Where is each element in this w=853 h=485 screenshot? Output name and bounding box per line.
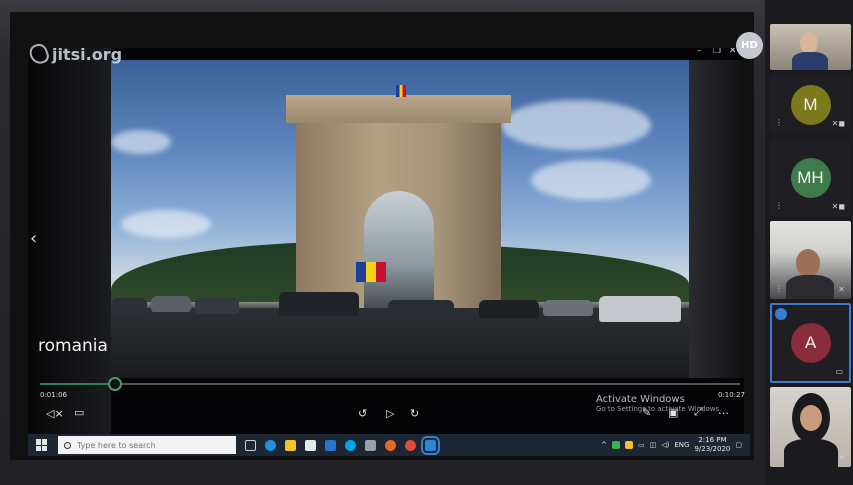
activate-windows-watermark: Activate Windows Go to Settings to activ… xyxy=(596,394,721,413)
minimize-button[interactable]: – xyxy=(697,48,702,56)
flag xyxy=(356,262,386,282)
start-button[interactable] xyxy=(36,439,48,451)
app-icon[interactable] xyxy=(365,439,376,451)
arch-of-triumph xyxy=(286,85,511,313)
shared-screen: – ❐ ✕ xyxy=(10,12,754,460)
chrome-icon[interactable] xyxy=(405,439,416,451)
media-player-taskbar-icon[interactable] xyxy=(421,435,440,455)
participant-tile-1[interactable] xyxy=(770,24,851,70)
edge-icon[interactable] xyxy=(265,439,276,451)
seek-bar-progress xyxy=(40,383,114,385)
screen-share-icon: ▭ xyxy=(835,367,843,376)
logo-text: jitsi.org xyxy=(52,44,123,64)
participant-tile-2[interactable]: M ⋮ ✕◼ xyxy=(770,76,851,133)
skype-icon[interactable] xyxy=(345,439,356,451)
hd-quality-badge[interactable]: HD xyxy=(736,32,763,59)
taskbar-search-input[interactable] xyxy=(75,439,229,451)
skip-back-10-icon[interactable]: ↺ xyxy=(358,407,367,420)
mic-muted-icon: ✕ xyxy=(838,453,845,462)
previous-arrow-icon[interactable]: ‹ xyxy=(30,228,37,249)
search-icon xyxy=(64,441,71,449)
language-indicator[interactable]: ENG xyxy=(674,441,689,449)
volume-icon[interactable]: ◁× xyxy=(46,407,64,420)
participant-tile-6[interactable]: ⋮ ✕ xyxy=(770,387,851,467)
system-tray: ^ ▭ ◫ ◁) ENG 2:16 PM 9/23/2020 ▢ xyxy=(601,436,750,454)
play-icon[interactable]: ▷ xyxy=(386,407,394,420)
total-time: 0:10:27 xyxy=(718,391,745,399)
file-explorer-icon[interactable] xyxy=(285,439,296,451)
seek-bar-handle[interactable] xyxy=(107,377,122,391)
restore-button[interactable]: ❐ xyxy=(713,48,721,56)
participant-filmstrip: M ⋮ ✕◼ MH ⋮ ✕◼ ⋮ ✕ A ▭ ⋮ ✕ xyxy=(770,0,853,485)
taskbar-search[interactable] xyxy=(58,436,236,454)
shared-screen-stage: – ❐ ✕ jitsi.org ‹ romania 0:01:06 0:10:2… xyxy=(0,0,765,485)
firefox-icon[interactable] xyxy=(385,439,396,451)
watermark-title: Activate Windows xyxy=(596,394,685,405)
tray-app-icon-2[interactable] xyxy=(625,441,633,449)
windows-taskbar: ^ ▭ ◫ ◁) ENG 2:16 PM 9/23/2020 ▢ xyxy=(28,434,750,456)
participant-avatar: MH xyxy=(790,157,831,198)
clock-date: 9/23/2020 xyxy=(694,445,731,453)
mail-icon[interactable] xyxy=(325,439,336,451)
task-view-icon[interactable] xyxy=(245,439,256,451)
speaker-icon[interactable]: ◁) xyxy=(661,441,669,449)
network-icon[interactable]: ◫ xyxy=(650,441,657,449)
mic-muted-icon: ✕◼ xyxy=(831,202,845,211)
tray-app-icon[interactable] xyxy=(612,441,620,449)
skip-forward-30-icon[interactable]: ↻ xyxy=(410,407,419,420)
notifications-icon[interactable]: ▢ xyxy=(735,441,742,449)
participant-video xyxy=(770,24,851,70)
video-frame xyxy=(111,60,689,378)
subtitles-icon[interactable]: ▭ xyxy=(74,406,84,419)
battery-icon[interactable]: ▭ xyxy=(638,441,645,449)
media-player-window: – ❐ ✕ xyxy=(28,48,744,446)
participant-tile-4[interactable]: ⋮ ✕ xyxy=(770,221,851,299)
close-button[interactable]: ✕ xyxy=(729,48,737,56)
video-caption: romania xyxy=(38,336,108,356)
participant-tile-3[interactable]: MH ⋮ ✕◼ xyxy=(770,139,851,216)
jitsi-logo-icon xyxy=(27,41,51,67)
store-icon[interactable] xyxy=(305,439,316,451)
player-right-panel xyxy=(689,60,744,378)
show-hidden-icons-icon[interactable]: ^ xyxy=(601,441,607,449)
watermark-subtitle: Go to Settings to activate Windows. xyxy=(596,405,722,413)
mic-muted-icon: ✕◼ xyxy=(831,119,845,128)
player-left-panel xyxy=(28,48,111,446)
participant-avatar: A xyxy=(790,323,831,363)
jitsi-logo: jitsi.org xyxy=(27,41,123,67)
participant-avatar: M xyxy=(790,84,831,125)
participant-menu-icon[interactable]: ⋮ xyxy=(775,118,783,127)
current-time: 0:01:06 xyxy=(40,391,67,399)
participant-menu-icon[interactable]: ⋮ xyxy=(775,284,783,293)
mic-muted-icon: ✕ xyxy=(838,285,845,294)
participant-menu-icon[interactable]: ⋮ xyxy=(775,452,783,461)
participant-menu-icon[interactable]: ⋮ xyxy=(775,201,783,210)
participant-tile-5-active[interactable]: A ▭ xyxy=(770,303,851,383)
clock-time: 2:16 PM xyxy=(698,436,727,444)
active-speaker-icon xyxy=(775,308,787,320)
clock[interactable]: 2:16 PM 9/23/2020 xyxy=(694,436,730,454)
seek-bar[interactable] xyxy=(40,377,740,391)
